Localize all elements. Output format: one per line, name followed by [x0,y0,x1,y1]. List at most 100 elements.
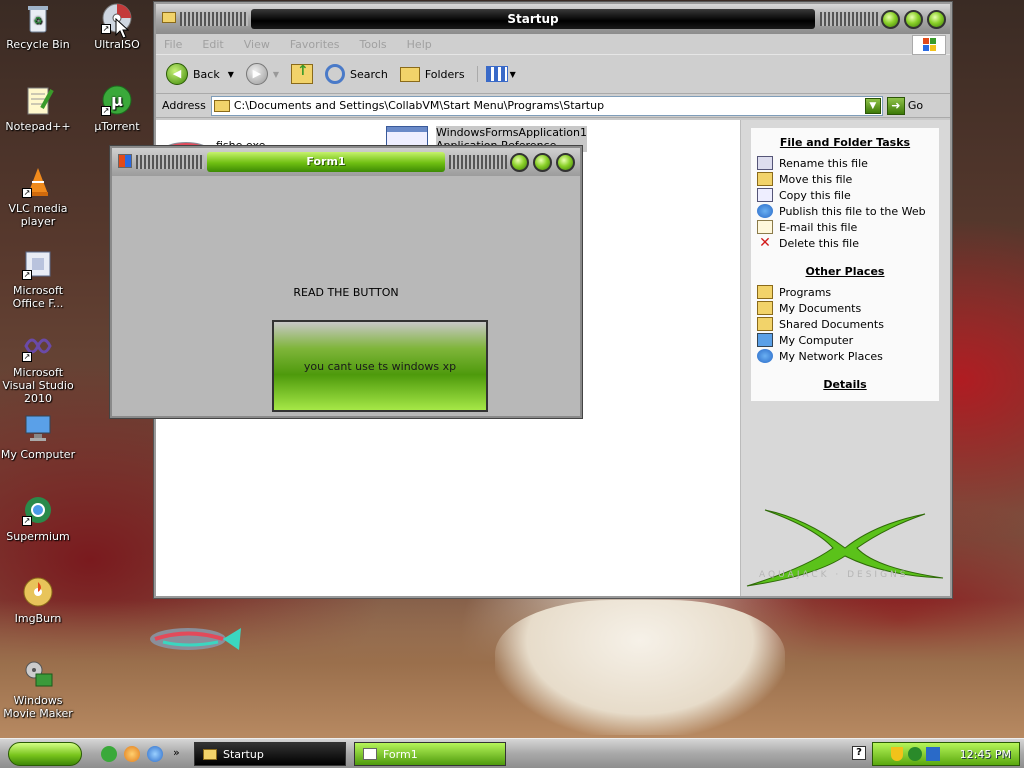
folders-button[interactable]: Folders [399,66,465,82]
browser-icon: ↗ [22,494,54,526]
go-button[interactable]: ➜ Go [886,96,923,115]
start-button[interactable] [8,742,82,766]
utorrent-quicklaunch-icon[interactable] [101,746,117,762]
address-bar: Address C:\Documents and Settings\Collab… [156,94,950,118]
menu-view[interactable]: View [244,38,270,51]
task-move[interactable]: Move this file [757,171,933,187]
other-places-title[interactable]: Other Places [757,265,933,278]
taskbar-item-startup[interactable]: Startup [194,742,346,766]
form1-minimize-button[interactable] [510,153,529,172]
task-label: Rename this file [779,156,868,170]
shortcut-arrow-icon: ↗ [22,188,32,198]
computer-icon [22,412,54,444]
shield-icon[interactable] [891,747,903,761]
xp-message-button[interactable]: you cant use ts windows xp [272,320,488,412]
task-label: Publish this file to the Web [779,204,926,218]
task-delete[interactable]: ✕ Delete this file [757,235,933,251]
folder-icon [757,285,773,299]
wallpaper-dog [495,600,785,735]
browser-quicklaunch-icon[interactable] [124,746,140,762]
desktop-icon-recycle-bin[interactable]: ♻ Recycle Bin [0,2,78,51]
desktop-icon-label: ImgBurn [14,612,62,625]
maximize-button[interactable] [904,10,923,29]
chevron-right-icon[interactable]: » [173,746,180,759]
task-rename[interactable]: Rename this file [757,155,933,171]
explorer-titlebar[interactable]: Startup [156,4,950,34]
ie-quicklaunch-icon[interactable] [147,746,163,762]
go-arrow-icon: ➜ [886,96,905,115]
minimize-button[interactable] [881,10,900,29]
form1-window[interactable]: Form1 READ THE BUTTON you cant use ts wi… [110,146,582,418]
utorrent-tray-icon[interactable] [908,747,922,761]
desktop-icon-label: Microsoft Office F... [12,284,64,310]
address-input[interactable]: C:\Documents and Settings\CollabVM\Start… [210,95,883,116]
recycle-bin-icon: ♻ [22,2,54,34]
computer-icon [757,333,773,347]
help-icon[interactable]: ? [852,746,866,760]
desktop-icon-label: Windows Movie Maker [3,694,73,720]
back-arrow-icon: ◀ [166,63,188,85]
task-label: E-mail this file [779,220,858,234]
up-folder-button[interactable]: ↑ [291,63,314,84]
chevron-down-icon[interactable]: ▼ [510,70,516,79]
title-grip [180,12,248,26]
chevron-down-icon[interactable]: ▼ [273,70,279,79]
menu-edit[interactable]: Edit [202,38,223,51]
place-my-documents[interactable]: My Documents [757,300,933,316]
details-title[interactable]: Details [757,378,933,391]
globe-icon [757,204,773,218]
place-my-computer[interactable]: My Computer [757,332,933,348]
title-grip [820,12,880,26]
views-icon [485,66,508,82]
desktop-icon-label: Notepad++ [5,120,71,133]
network-tray-icon[interactable] [926,747,940,761]
desktop-icon-visual-studio[interactable]: ↗ Microsoft Visual Studio 2010 [0,330,78,405]
menu-tools[interactable]: Tools [360,38,387,51]
form1-titlebar[interactable]: Form1 [112,148,580,176]
window-title: Startup [251,9,815,29]
form1-close-button[interactable] [556,153,575,172]
task-publish[interactable]: Publish this file to the Web [757,203,933,219]
place-shared-documents[interactable]: Shared Documents [757,316,933,332]
back-button[interactable]: ◀ Back ▼ [166,63,234,85]
place-my-network[interactable]: My Network Places [757,348,933,364]
desktop-icon-movie-maker[interactable]: Windows Movie Maker [0,658,78,720]
shortcut-arrow-icon: ↗ [22,516,32,526]
menu-file[interactable]: File [164,38,182,51]
desktop-icon-label: My Computer [0,448,76,461]
place-programs[interactable]: Programs [757,284,933,300]
form1-maximize-button[interactable] [533,153,552,172]
rename-icon [757,156,773,170]
file-folder-tasks-title[interactable]: File and Folder Tasks [757,136,933,149]
folders-label: Folders [424,67,465,81]
desktop-icon-my-computer[interactable]: My Computer [0,412,78,461]
desktop-icon-office[interactable]: ↗ Microsoft Office F... [0,248,78,310]
chevron-down-icon[interactable]: ▼ [228,70,234,79]
task-email[interactable]: E-mail this file [757,219,933,235]
move-icon [757,172,773,186]
desktop-icon-label: Recycle Bin [6,38,70,51]
desktop-icon-vlc[interactable]: ↗ VLC media player [0,166,78,228]
desktop-icon-utorrent[interactable]: µ ↗ µTorrent [77,84,157,133]
address-dropdown-button[interactable]: ▼ [864,97,881,114]
taskbar-item-form1[interactable]: Form1 [354,742,506,766]
clock[interactable]: 12:45 PM [960,748,1011,761]
svg-text:µ: µ [111,91,123,110]
up-folder-icon: ↑ [291,63,314,84]
task-label: Form1 [383,747,418,761]
forward-button[interactable]: ▶ ▼ [245,63,279,85]
menu-help[interactable]: Help [407,38,432,51]
desktop-icon-supermium[interactable]: ↗ Supermium [0,494,78,543]
views-button[interactable]: ▼ [476,66,516,82]
search-icon [325,64,346,84]
taskbar: » Startup Form1 ? 12:45 PM [0,738,1024,768]
shortcut-arrow-icon: ↗ [22,352,32,362]
menu-favorites[interactable]: Favorites [290,38,340,51]
close-button[interactable] [927,10,946,29]
desktop-icon-notepadpp[interactable]: Notepad++ [0,84,78,133]
desktop-icon-imgburn[interactable]: ImgBurn [0,576,78,625]
search-button[interactable]: Search [325,64,388,84]
fish-sprite[interactable] [143,622,243,656]
shortcut-arrow-icon: ↗ [101,106,111,116]
task-copy[interactable]: Copy this file [757,187,933,203]
